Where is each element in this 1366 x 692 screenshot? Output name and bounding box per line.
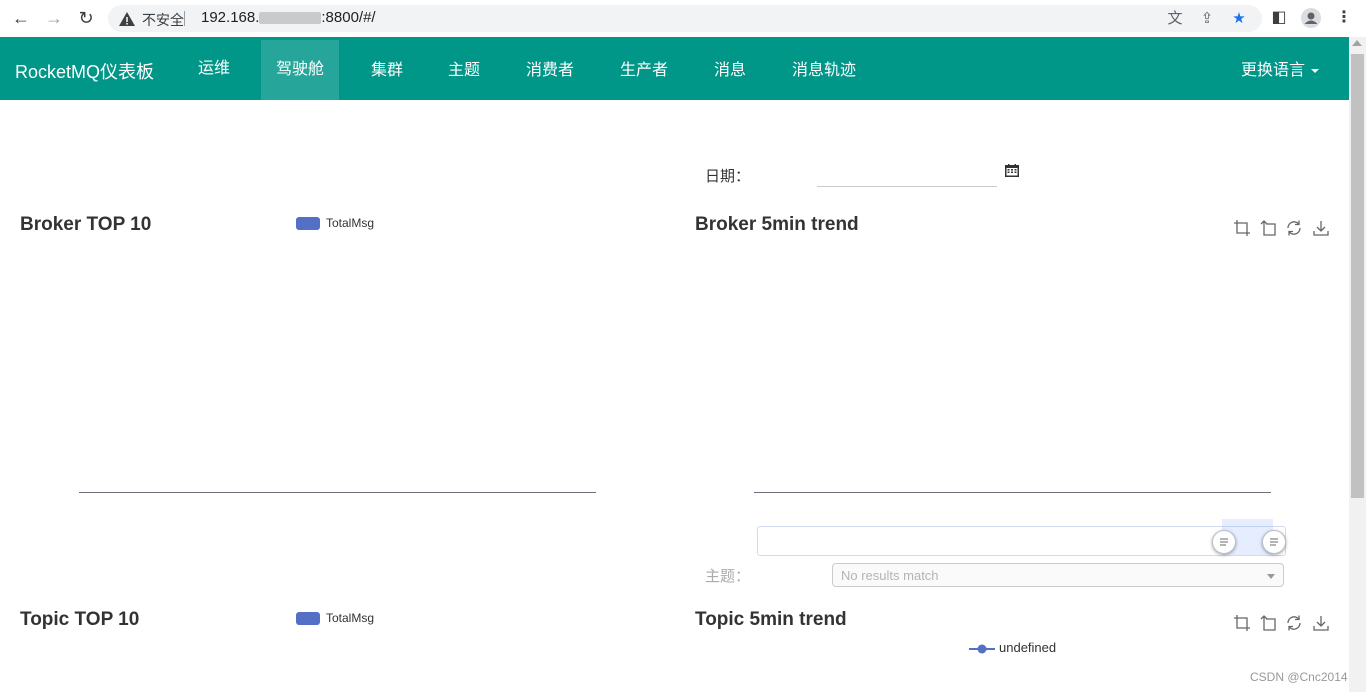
- nav-item-message-trace[interactable]: 消息轨迹: [792, 39, 856, 102]
- security-label: 不安全: [142, 12, 184, 28]
- nav-item-message[interactable]: 消息: [714, 39, 746, 102]
- datazoom-right-handle[interactable]: [1262, 530, 1286, 554]
- divider: [184, 11, 185, 26]
- broker-trend-title: Broker 5min trend: [695, 214, 859, 235]
- datazoom-slider[interactable]: [757, 526, 1286, 556]
- legend-swatch: [296, 612, 320, 626]
- brand-title[interactable]: RocketMQ仪表板: [15, 58, 154, 84]
- nav-item-cluster[interactable]: 集群: [371, 39, 403, 102]
- language-label: 更换语言: [1241, 62, 1306, 79]
- nav-item-dashboard[interactable]: 驾驶舱: [261, 40, 339, 100]
- legend-label: TotalMsg: [326, 611, 375, 625]
- nav-item-producer[interactable]: 生产者: [620, 39, 668, 102]
- warning-icon: [119, 12, 135, 26]
- scroll-up-arrow-icon[interactable]: [1352, 40, 1362, 46]
- calendar-icon[interactable]: [1005, 164, 1019, 177]
- zoom-icon[interactable]: [1233, 219, 1251, 237]
- refresh-icon[interactable]: [1285, 614, 1303, 632]
- line-legend-marker-icon: [969, 644, 995, 654]
- nav-item-consumer[interactable]: 消费者: [526, 39, 574, 102]
- zoom-reset-icon[interactable]: [1259, 614, 1277, 632]
- address-bar[interactable]: 不安全 192.168. :8800/#/ 文 ⇪ ★: [108, 5, 1262, 32]
- legend-label: undefined: [999, 640, 1057, 655]
- download-icon[interactable]: [1312, 614, 1330, 632]
- url-suffix: :8800/#/: [321, 9, 376, 26]
- broker-top10-title: Broker TOP 10: [20, 214, 152, 235]
- topic-label: 主题：: [705, 568, 751, 585]
- topic-trend-title: Topic 5min trend: [695, 609, 847, 630]
- scrollbar-thumb[interactable]: [1351, 54, 1364, 498]
- refresh-icon[interactable]: [1285, 219, 1303, 237]
- legend-swatch: [296, 217, 320, 231]
- zoom-reset-icon[interactable]: [1259, 219, 1277, 237]
- download-icon[interactable]: [1312, 219, 1330, 237]
- nav-item-topic[interactable]: 主题: [448, 39, 480, 102]
- url-text: 192.168. :8800/#/: [201, 9, 376, 26]
- reload-icon[interactable]: ↻: [74, 7, 98, 29]
- datazoom-left-handle[interactable]: [1212, 530, 1236, 554]
- nav-item-ops[interactable]: 运维: [198, 37, 230, 100]
- zoom-icon[interactable]: [1233, 614, 1251, 632]
- select-arrow-icon: [1267, 574, 1275, 579]
- redacted-ip: [259, 12, 322, 25]
- menu-kebab-icon[interactable]: ⋮: [1334, 8, 1354, 28]
- watermark: CSDN @Cnc2014: [1250, 670, 1348, 684]
- translate-icon[interactable]: 文: [1165, 9, 1185, 29]
- topic-select-placeholder: No results match: [841, 568, 939, 583]
- broker-trend-x-axis: [754, 492, 1271, 493]
- app-navbar: RocketMQ仪表板 运维 驾驶舱 集群 主题 消费者 生产者 消息 消息轨迹…: [0, 37, 1349, 100]
- language-dropdown[interactable]: 更换语言: [1241, 56, 1320, 80]
- share-icon[interactable]: ⇪: [1197, 9, 1217, 29]
- topic-top10-title: Topic TOP 10: [20, 609, 140, 630]
- topic-top10-legend[interactable]: TotalMsg: [296, 611, 375, 626]
- caret-down-icon: [1311, 68, 1320, 73]
- broker-top10-x-axis: [79, 492, 596, 493]
- bookmark-star-icon[interactable]: ★: [1229, 9, 1249, 29]
- broker-top10-legend[interactable]: TotalMsg: [296, 216, 375, 231]
- url-prefix: 192.168.: [201, 9, 260, 26]
- topic-trend-legend[interactable]: undefined: [969, 640, 1056, 655]
- back-arrow-icon[interactable]: ←: [9, 7, 33, 29]
- forward-arrow-icon[interactable]: →: [42, 7, 66, 29]
- browser-toolbar: ← → ↻ 不安全 192.168. :8800/#/ 文 ⇪ ★ ◧ ⋮: [0, 0, 1366, 38]
- side-panel-icon[interactable]: ◧: [1269, 8, 1289, 28]
- profile-avatar-icon[interactable]: [1301, 8, 1321, 28]
- topic-select[interactable]: No results match: [832, 563, 1284, 587]
- legend-label: TotalMsg: [326, 216, 375, 230]
- date-label: 日期：: [705, 168, 751, 185]
- date-input[interactable]: [817, 160, 997, 187]
